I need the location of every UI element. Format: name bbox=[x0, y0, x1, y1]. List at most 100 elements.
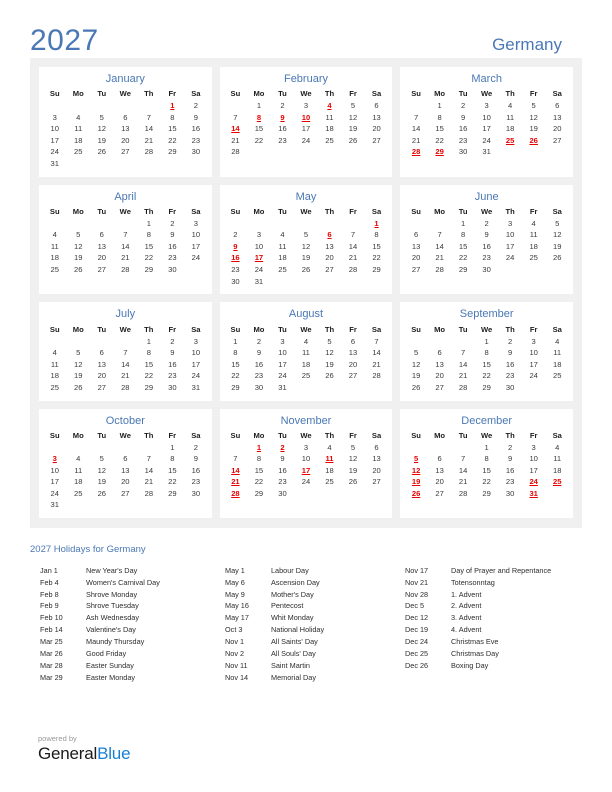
day-cell[interactable]: 30 bbox=[451, 147, 475, 159]
day-cell[interactable]: 18 bbox=[43, 253, 67, 265]
day-cell[interactable]: 12 bbox=[522, 112, 546, 124]
day-cell[interactable]: 21 bbox=[341, 253, 365, 265]
day-cell[interactable]: 24 bbox=[475, 135, 499, 147]
day-cell[interactable]: 24 bbox=[294, 135, 318, 147]
day-cell[interactable]: 17 bbox=[184, 241, 208, 253]
day-cell[interactable]: 30 bbox=[498, 382, 522, 394]
day-cell-holiday[interactable]: 21 bbox=[224, 477, 248, 489]
day-cell[interactable]: 13 bbox=[365, 454, 389, 466]
day-cell[interactable]: 28 bbox=[114, 264, 138, 276]
day-cell[interactable]: 25 bbox=[67, 147, 91, 159]
day-cell[interactable]: 19 bbox=[294, 253, 318, 265]
day-cell[interactable]: 5 bbox=[90, 112, 114, 124]
day-cell[interactable]: 25 bbox=[318, 477, 342, 489]
day-cell[interactable]: 16 bbox=[271, 465, 295, 477]
day-cell[interactable]: 22 bbox=[475, 477, 499, 489]
day-cell[interactable]: 11 bbox=[67, 465, 91, 477]
day-cell-holiday[interactable]: 1 bbox=[247, 442, 271, 454]
day-cell[interactable]: 6 bbox=[341, 336, 365, 348]
day-cell[interactable]: 26 bbox=[341, 477, 365, 489]
day-cell[interactable]: 21 bbox=[451, 477, 475, 489]
day-cell[interactable]: 25 bbox=[43, 264, 67, 276]
day-cell[interactable]: 6 bbox=[428, 348, 452, 360]
day-cell-holiday[interactable]: 1 bbox=[161, 101, 185, 113]
day-cell[interactable]: 12 bbox=[318, 348, 342, 360]
day-cell[interactable]: 24 bbox=[43, 488, 67, 500]
day-cell[interactable]: 27 bbox=[341, 371, 365, 383]
day-cell[interactable]: 18 bbox=[43, 371, 67, 383]
day-cell[interactable]: 28 bbox=[428, 264, 452, 276]
day-cell[interactable]: 12 bbox=[90, 465, 114, 477]
day-cell[interactable]: 4 bbox=[522, 218, 546, 230]
day-cell[interactable]: 10 bbox=[475, 112, 499, 124]
day-cell[interactable]: 18 bbox=[67, 477, 91, 489]
day-cell[interactable]: 14 bbox=[428, 241, 452, 253]
day-cell[interactable]: 30 bbox=[184, 147, 208, 159]
day-cell[interactable]: 8 bbox=[137, 348, 161, 360]
day-cell[interactable]: 27 bbox=[428, 382, 452, 394]
day-cell-holiday[interactable]: 9 bbox=[271, 112, 295, 124]
day-cell[interactable]: 25 bbox=[545, 371, 569, 383]
day-cell-holiday[interactable]: 29 bbox=[428, 147, 452, 159]
day-cell[interactable]: 9 bbox=[161, 348, 185, 360]
day-cell[interactable]: 1 bbox=[428, 101, 452, 113]
day-cell[interactable]: 7 bbox=[428, 230, 452, 242]
day-cell[interactable]: 13 bbox=[365, 112, 389, 124]
day-cell[interactable]: 26 bbox=[341, 135, 365, 147]
day-cell[interactable]: 15 bbox=[224, 359, 248, 371]
day-cell[interactable]: 2 bbox=[498, 442, 522, 454]
day-cell[interactable]: 29 bbox=[137, 382, 161, 394]
day-cell[interactable]: 17 bbox=[184, 359, 208, 371]
day-cell[interactable]: 4 bbox=[318, 442, 342, 454]
day-cell[interactable]: 14 bbox=[451, 359, 475, 371]
day-cell[interactable]: 6 bbox=[114, 112, 138, 124]
day-cell[interactable]: 17 bbox=[498, 241, 522, 253]
day-cell[interactable]: 27 bbox=[404, 264, 428, 276]
day-cell[interactable]: 11 bbox=[43, 241, 67, 253]
day-cell[interactable]: 1 bbox=[161, 442, 185, 454]
day-cell[interactable]: 5 bbox=[294, 230, 318, 242]
day-cell[interactable]: 23 bbox=[224, 264, 248, 276]
day-cell[interactable]: 9 bbox=[184, 454, 208, 466]
day-cell-holiday[interactable]: 17 bbox=[294, 465, 318, 477]
day-cell[interactable]: 23 bbox=[184, 135, 208, 147]
day-cell[interactable]: 21 bbox=[451, 371, 475, 383]
day-cell[interactable]: 15 bbox=[137, 241, 161, 253]
day-cell[interactable]: 25 bbox=[294, 371, 318, 383]
day-cell[interactable]: 13 bbox=[114, 465, 138, 477]
day-cell[interactable]: 19 bbox=[341, 465, 365, 477]
day-cell[interactable]: 6 bbox=[404, 230, 428, 242]
day-cell-holiday[interactable]: 28 bbox=[224, 488, 248, 500]
day-cell[interactable]: 30 bbox=[498, 488, 522, 500]
day-cell[interactable]: 6 bbox=[545, 101, 569, 113]
day-cell[interactable]: 11 bbox=[545, 348, 569, 360]
day-cell[interactable]: 3 bbox=[294, 442, 318, 454]
day-cell[interactable]: 16 bbox=[498, 359, 522, 371]
day-cell[interactable]: 27 bbox=[365, 477, 389, 489]
day-cell[interactable]: 14 bbox=[341, 241, 365, 253]
day-cell[interactable]: 29 bbox=[137, 264, 161, 276]
day-cell[interactable]: 22 bbox=[161, 135, 185, 147]
day-cell[interactable]: 14 bbox=[137, 124, 161, 136]
day-cell[interactable]: 26 bbox=[90, 488, 114, 500]
day-cell[interactable]: 20 bbox=[90, 371, 114, 383]
day-cell-holiday[interactable]: 26 bbox=[522, 135, 546, 147]
day-cell[interactable]: 17 bbox=[294, 124, 318, 136]
day-cell[interactable]: 7 bbox=[137, 454, 161, 466]
day-cell[interactable]: 10 bbox=[43, 465, 67, 477]
day-cell[interactable]: 19 bbox=[67, 253, 91, 265]
day-cell[interactable]: 16 bbox=[247, 359, 271, 371]
day-cell[interactable]: 13 bbox=[114, 124, 138, 136]
day-cell[interactable]: 7 bbox=[114, 230, 138, 242]
day-cell[interactable]: 9 bbox=[271, 454, 295, 466]
day-cell[interactable]: 2 bbox=[498, 336, 522, 348]
day-cell[interactable]: 15 bbox=[137, 359, 161, 371]
day-cell[interactable]: 19 bbox=[67, 371, 91, 383]
day-cell[interactable]: 10 bbox=[522, 454, 546, 466]
day-cell[interactable]: 23 bbox=[498, 371, 522, 383]
day-cell[interactable]: 7 bbox=[137, 112, 161, 124]
day-cell[interactable]: 5 bbox=[522, 101, 546, 113]
day-cell[interactable]: 24 bbox=[184, 253, 208, 265]
day-cell-holiday[interactable]: 10 bbox=[294, 112, 318, 124]
day-cell[interactable]: 19 bbox=[341, 124, 365, 136]
